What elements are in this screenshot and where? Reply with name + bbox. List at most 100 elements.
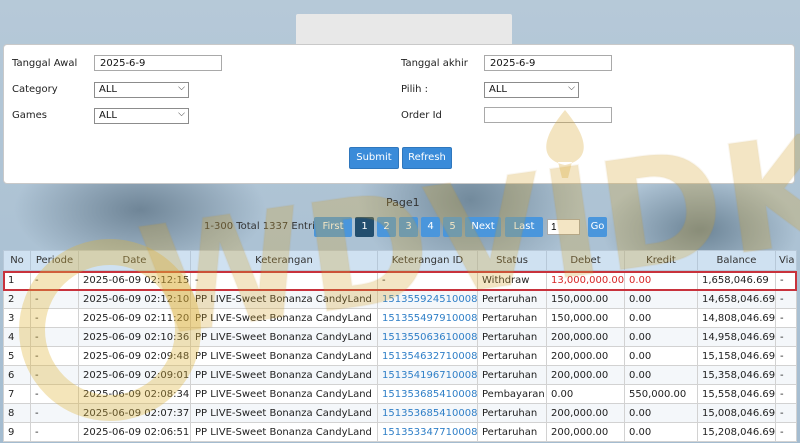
cell-periode: - xyxy=(30,346,79,366)
col-header-kredit: Kredit xyxy=(624,250,698,271)
cell-balance: 15,358,046.69 xyxy=(697,365,776,385)
cell-debet: 0.00 xyxy=(546,384,625,404)
cell-keterangan-id[interactable]: 151353685410008 xyxy=(377,403,478,423)
go-button[interactable]: Go xyxy=(588,217,607,237)
cell-periode: - xyxy=(30,384,79,404)
cell-periode: - xyxy=(30,289,79,309)
cell-date: 2025-06-09 02:12:10 xyxy=(78,289,191,309)
chevron-down-icon: ⌵ xyxy=(178,109,185,119)
table-row[interactable]: 6-2025-06-09 02:09:01 PP LIVE-Sweet Bonan… xyxy=(3,365,797,385)
cell-debet: 13,000,000.00 xyxy=(546,270,625,290)
table-row[interactable]: 1-2025-06-09 02:12:15- - Withdraw 13,000,00… xyxy=(3,270,797,290)
table-row[interactable]: 5-2025-06-09 02:09:48 PP LIVE-Sweet Bonan… xyxy=(3,346,797,366)
cell-periode: - xyxy=(30,422,79,442)
games-label: Games xyxy=(12,110,47,121)
col-header-date: Date xyxy=(78,250,191,271)
cell-no: 8 xyxy=(3,403,31,423)
cell-via: - xyxy=(775,403,797,423)
cell-date: 2025-06-09 02:12:15 xyxy=(78,270,191,290)
pilih-select-value: ALL xyxy=(489,84,507,95)
chevron-down-icon: ⌵ xyxy=(568,83,575,93)
table-row[interactable]: 8-2025-06-09 02:07:37 PP LIVE-Sweet Bonan… xyxy=(3,403,797,423)
cell-keterangan: PP LIVE-Sweet Bonanza CandyLand xyxy=(190,403,378,423)
cell-keterangan-id[interactable]: 151355497910008 xyxy=(377,308,478,328)
page-button-4[interactable]: 4 xyxy=(421,217,440,237)
cell-balance: 15,158,046.69 xyxy=(697,346,776,366)
cell-balance: 14,808,046.69 xyxy=(697,308,776,328)
cell-status: Pertaruhan xyxy=(477,346,547,366)
cell-no: 9 xyxy=(3,422,31,442)
cell-status: Pertaruhan xyxy=(477,422,547,442)
cell-via: - xyxy=(775,270,797,290)
table-row[interactable]: 9-2025-06-09 02:06:51 PP LIVE-Sweet Bonan… xyxy=(3,422,797,442)
transactions-table: No Periode Date Keterangan Keterangan ID… xyxy=(3,250,797,442)
col-header-keterangan: Keterangan xyxy=(190,250,378,271)
pilih-label: Pilih : xyxy=(401,84,429,95)
tanggal-awal-input[interactable] xyxy=(94,55,222,71)
table-row[interactable]: 2-2025-06-09 02:12:10 PP LIVE-Sweet Bonan… xyxy=(3,289,797,309)
tanggal-akhir-label: Tanggal akhir xyxy=(401,58,468,69)
page-button-5[interactable]: 5 xyxy=(443,217,462,237)
col-header-no: No xyxy=(3,250,31,271)
page-button-2[interactable]: 2 xyxy=(377,217,396,237)
filter-form-panel: Tanggal Awal Tanggal akhir Category ALL … xyxy=(3,44,795,184)
col-header-keterangan-id: Keterangan ID xyxy=(377,250,478,271)
table-row[interactable]: 3-2025-06-09 02:11:20 PP LIVE-Sweet Bonan… xyxy=(3,308,797,328)
cell-status: Pertaruhan xyxy=(477,365,547,385)
page-indicator: Page1 xyxy=(386,196,420,209)
cell-via: - xyxy=(775,422,797,442)
cell-no: 7 xyxy=(3,384,31,404)
cell-kredit: 0.00 xyxy=(624,403,698,423)
cell-no: 4 xyxy=(3,327,31,347)
table-row[interactable]: 7-2025-06-09 02:08:34 PP LIVE-Sweet Bonan… xyxy=(3,384,797,404)
cell-periode: - xyxy=(30,270,79,290)
cell-keterangan-id[interactable]: 151353347710008 xyxy=(377,422,478,442)
cell-date: 2025-06-09 02:09:48 xyxy=(78,346,191,366)
col-header-debet: Debet xyxy=(546,250,625,271)
cell-date: 2025-06-09 02:11:20 xyxy=(78,308,191,328)
cell-keterangan-id[interactable]: 151355063610008 xyxy=(377,327,478,347)
cell-status: Pertaruhan xyxy=(477,289,547,309)
submit-button[interactable]: Submit xyxy=(349,147,399,169)
entri-count: 1-300 Total 1337 Entri xyxy=(204,221,315,232)
tanggal-akhir-input[interactable] xyxy=(484,55,612,71)
cell-status: Pembayaran xyxy=(477,384,547,404)
category-select[interactable]: ALL ⌵ xyxy=(94,82,189,98)
cell-no: 2 xyxy=(3,289,31,309)
cell-no: 3 xyxy=(3,308,31,328)
refresh-button[interactable]: Refresh xyxy=(402,147,452,169)
page-button-1[interactable]: 1 xyxy=(355,217,374,237)
cell-periode: - xyxy=(30,308,79,328)
cell-balance: 14,958,046.69 xyxy=(697,327,776,347)
cell-balance: 15,558,046.69 xyxy=(697,384,776,404)
cell-debet: 200,000.00 xyxy=(546,346,625,366)
table-header-row: No Periode Date Keterangan Keterangan ID… xyxy=(3,250,797,271)
cell-no: 6 xyxy=(3,365,31,385)
cell-keterangan-id[interactable]: 151355924510008 xyxy=(377,289,478,309)
cell-kredit: 550,000.00 xyxy=(624,384,698,404)
pilih-select[interactable]: ALL ⌵ xyxy=(484,82,579,98)
cell-debet: 200,000.00 xyxy=(546,365,625,385)
cell-keterangan: PP LIVE-Sweet Bonanza CandyLand xyxy=(190,365,378,385)
cell-date: 2025-06-09 02:06:51 xyxy=(78,422,191,442)
cell-keterangan-id[interactable]: 151354632710008 xyxy=(377,346,478,366)
cell-kredit: 0.00 xyxy=(624,308,698,328)
cell-keterangan-id[interactable]: 151353685410008 xyxy=(377,384,478,404)
games-select[interactable]: ALL ⌵ xyxy=(94,108,189,124)
first-page-button[interactable]: First xyxy=(314,217,352,237)
goto-page-input[interactable] xyxy=(547,219,580,235)
cell-via: - xyxy=(775,384,797,404)
cell-keterangan: PP LIVE-Sweet Bonanza CandyLand xyxy=(190,308,378,328)
chevron-down-icon: ⌵ xyxy=(178,83,185,93)
page-button-3[interactable]: 3 xyxy=(399,217,418,237)
order-id-input[interactable] xyxy=(484,107,612,123)
cell-via: - xyxy=(775,289,797,309)
table-row[interactable]: 4-2025-06-09 02:10:36 PP LIVE-Sweet Bonan… xyxy=(3,327,797,347)
cell-keterangan-id[interactable]: 151354196710008 xyxy=(377,365,478,385)
cell-balance: 15,208,046.69 xyxy=(697,422,776,442)
cell-periode: - xyxy=(30,403,79,423)
next-page-button[interactable]: Next xyxy=(465,217,501,237)
cell-keterangan: PP LIVE-Sweet Bonanza CandyLand xyxy=(190,346,378,366)
cell-debet: 200,000.00 xyxy=(546,327,625,347)
last-page-button[interactable]: Last xyxy=(505,217,543,237)
